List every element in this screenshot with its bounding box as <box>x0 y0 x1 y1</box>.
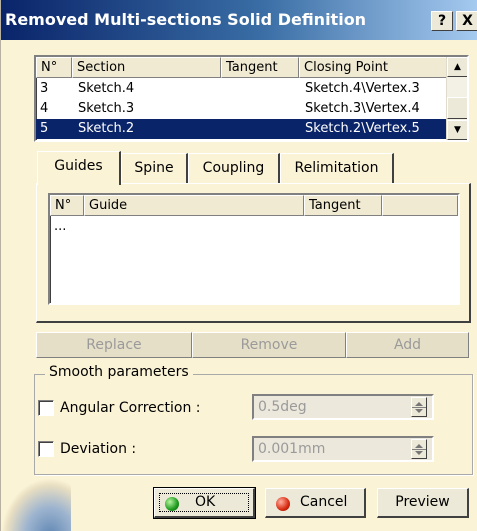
title-bar[interactable]: Removed Multi-sections Solid Definition … <box>1 0 477 40</box>
arrow-up-icon[interactable]: ▲ <box>447 57 467 77</box>
guides-header: N° Guide Tangent <box>50 195 458 216</box>
dialog-window: Removed Multi-sections Solid Definition … <box>0 0 477 531</box>
close-button[interactable]: X <box>456 11 477 31</box>
sections-header: N° Section Tangent Closing Point <box>36 57 448 78</box>
tab-coupling[interactable]: Coupling <box>188 153 280 184</box>
angular-correction-label: Angular Correction : <box>60 400 201 416</box>
column-header-closing-point[interactable]: Closing Point <box>299 57 448 78</box>
section-name: Sketch.3 <box>78 101 135 116</box>
preview-button[interactable]: Preview <box>377 488 469 518</box>
help-button[interactable]: ? <box>431 11 453 31</box>
deviation-field[interactable]: 0.001mm <box>252 436 434 462</box>
ok-green-icon <box>165 497 179 511</box>
tab-spine[interactable]: Spine <box>121 153 188 184</box>
angular-correction-checkbox[interactable] <box>38 400 54 416</box>
guides-list[interactable]: N° Guide Tangent ... <box>48 193 460 305</box>
guide-placeholder: ... <box>54 219 67 234</box>
section-closing-point: Sketch.4\Vertex.3 <box>305 81 420 96</box>
replace-button[interactable]: Replace <box>36 332 192 358</box>
angular-correction-stepper[interactable] <box>411 397 427 417</box>
smooth-parameters-label: Smooth parameters <box>45 364 193 380</box>
column-header-tangent[interactable]: Tangent <box>221 57 299 78</box>
cancel-red-icon <box>276 497 290 511</box>
sections-list[interactable]: N° Section Tangent Closing Point 3 Sketc… <box>34 55 469 142</box>
section-number: 4 <box>40 101 49 116</box>
section-number: 5 <box>40 121 49 136</box>
ok-label: OK <box>195 494 216 510</box>
section-row[interactable]: 4 Sketch.3 Sketch.3\Vertex.4 <box>36 99 447 119</box>
section-number: 3 <box>40 81 49 96</box>
decorative-corner-graphic <box>1 478 71 531</box>
section-closing-point: Sketch.2\Vertex.5 <box>305 121 420 136</box>
angular-correction-field[interactable]: 0.5deg <box>252 394 434 420</box>
section-row-selected[interactable]: 5 Sketch.2 Sketch.2\Vertex.5 <box>36 119 447 139</box>
column-header-tangent[interactable]: Tangent <box>304 195 382 216</box>
window-title: Removed Multi-sections Solid Definition <box>5 10 367 29</box>
deviation-checkbox[interactable] <box>38 441 54 457</box>
column-header-number[interactable]: N° <box>36 57 72 78</box>
guide-row[interactable]: ... <box>50 217 458 237</box>
scrollbar-thumb[interactable] <box>447 97 467 119</box>
remove-button[interactable]: Remove <box>192 332 346 358</box>
tab-guides[interactable]: Guides <box>37 151 121 185</box>
column-header-guide[interactable]: Guide <box>84 195 304 216</box>
column-header-number[interactable]: N° <box>50 195 84 216</box>
deviation-stepper[interactable] <box>411 439 427 459</box>
deviation-label: Deviation : <box>60 441 137 457</box>
arrow-down-icon[interactable]: ▼ <box>447 120 467 140</box>
column-header-blank <box>382 195 458 216</box>
cancel-button[interactable]: Cancel <box>265 488 366 518</box>
column-header-section[interactable]: Section <box>72 57 221 78</box>
tab-relimitation[interactable]: Relimitation <box>280 153 394 184</box>
add-button[interactable]: Add <box>346 332 469 358</box>
section-row[interactable]: 3 Sketch.4 Sketch.4\Vertex.3 <box>36 79 447 99</box>
section-name: Sketch.2 <box>78 121 135 136</box>
sections-scrollbar[interactable]: ▲ ▼ <box>446 57 467 140</box>
section-name: Sketch.4 <box>78 81 135 96</box>
section-closing-point: Sketch.3\Vertex.4 <box>305 101 420 116</box>
cancel-label: Cancel <box>300 494 348 510</box>
ok-button[interactable]: OK <box>153 487 256 519</box>
